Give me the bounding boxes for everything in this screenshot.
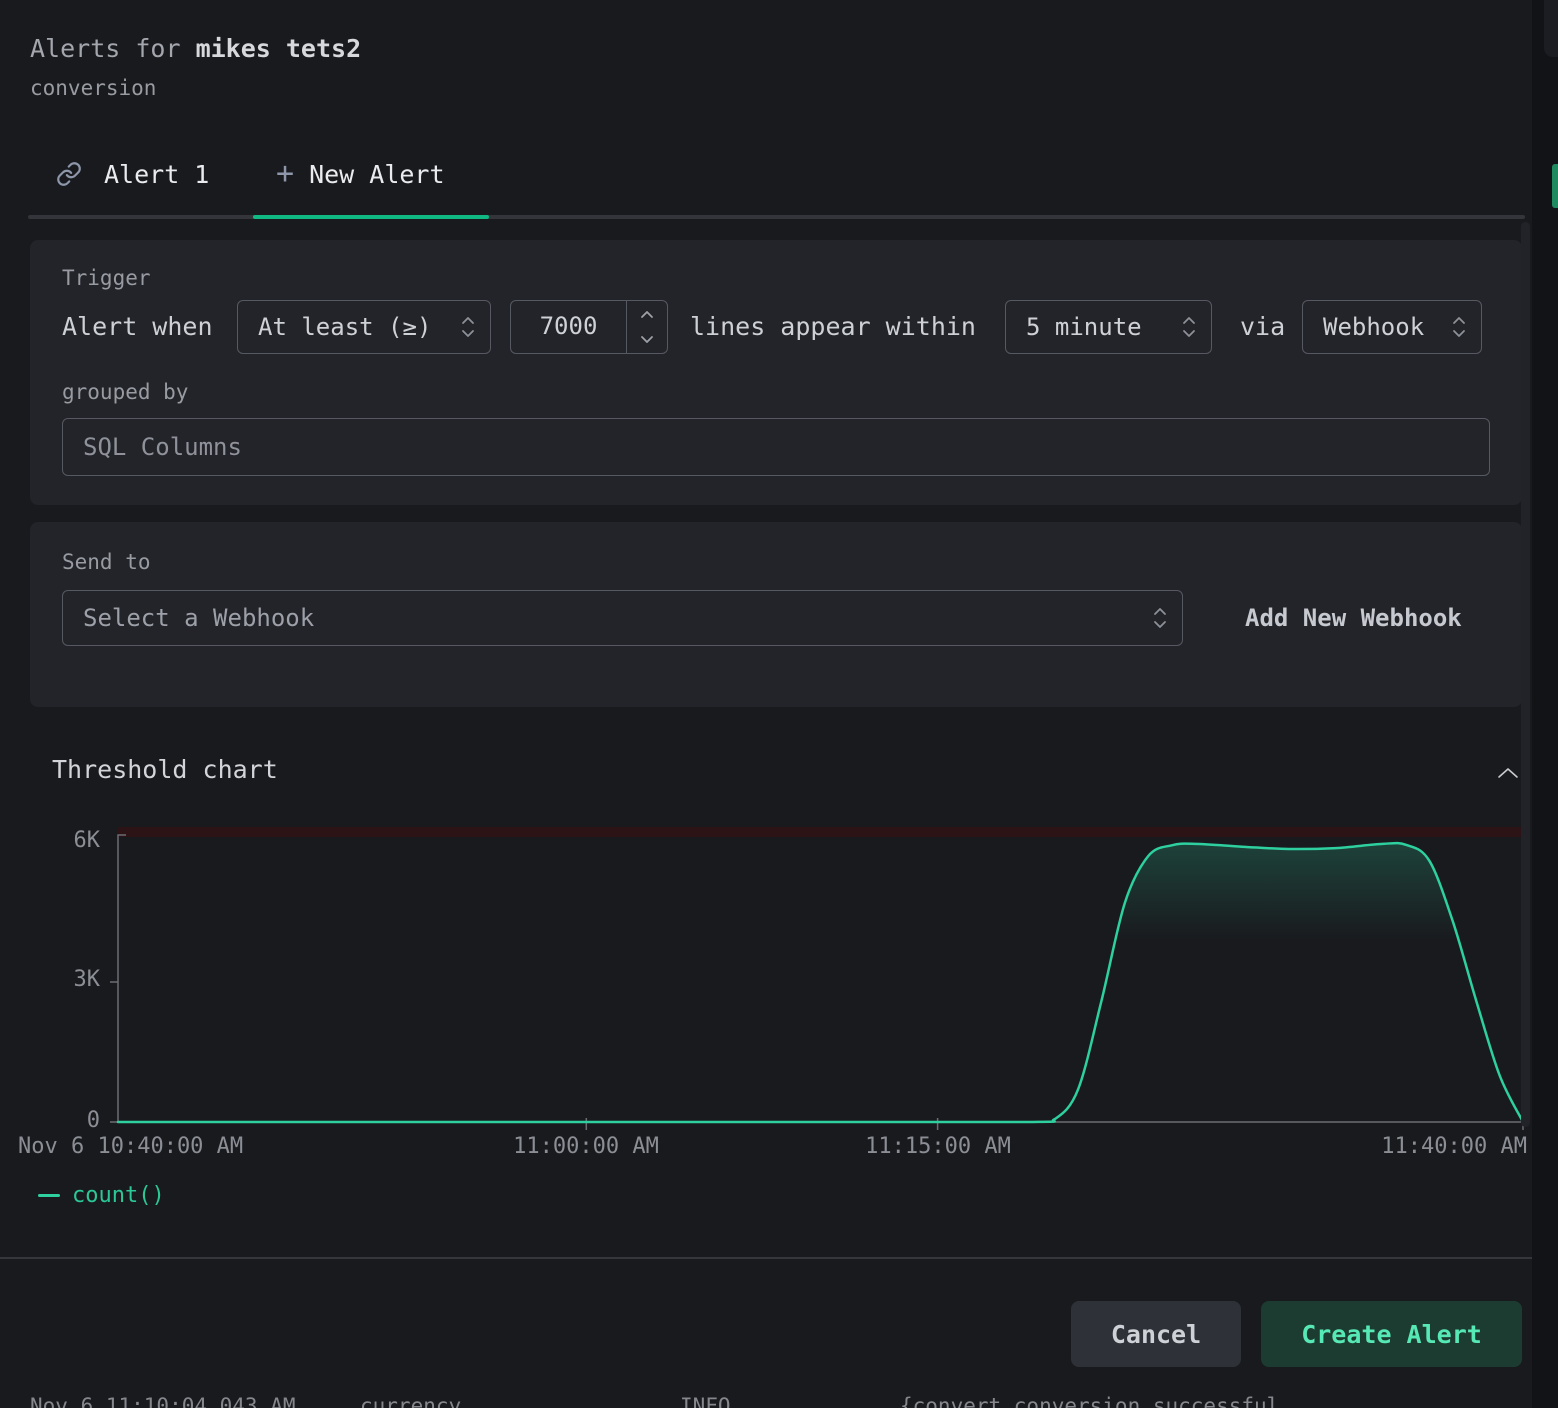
channel-value: Webhook xyxy=(1323,313,1424,341)
x-axis-tick-label: 11:00:00 AM xyxy=(513,1134,659,1159)
active-tab-indicator xyxy=(253,215,489,219)
log-timestamp: Nov 6 11:10:04.043 AM xyxy=(30,1394,296,1408)
add-new-webhook-button[interactable]: Add New Webhook xyxy=(1245,590,1462,646)
log-service: currency xyxy=(360,1394,461,1408)
scrollbar-thumb[interactable] xyxy=(1521,222,1530,1127)
plus-icon: + xyxy=(276,159,294,189)
comparison-select[interactable]: At least (≥) xyxy=(237,300,491,354)
chevron-updown-icon xyxy=(1451,314,1467,340)
series-area xyxy=(118,843,1523,1122)
chevron-up-icon xyxy=(1496,764,1520,780)
webhook-select-placeholder: Select a Webhook xyxy=(83,604,314,632)
tab-alert-1[interactable]: Alert 1 xyxy=(56,153,209,195)
threshold-band xyxy=(118,827,1523,837)
log-level: INFO xyxy=(680,1394,731,1408)
window-select[interactable]: 5 minute xyxy=(1005,300,1212,354)
chevron-updown-icon xyxy=(1181,314,1197,340)
background-page-strip xyxy=(1532,0,1558,1408)
send-to-label: Send to xyxy=(62,550,151,574)
create-alert-button[interactable]: Create Alert xyxy=(1261,1301,1522,1367)
channel-select[interactable]: Webhook xyxy=(1302,300,1482,354)
page-subtitle: conversion xyxy=(30,76,156,100)
background-green-fragment xyxy=(1552,164,1558,208)
tab-new-alert-label: New Alert xyxy=(309,160,444,189)
title-dataset: mikes tets2 xyxy=(196,34,362,63)
link-icon xyxy=(56,161,82,187)
stepper-up-button[interactable] xyxy=(627,301,667,327)
background-card-corner xyxy=(1544,0,1558,57)
send-to-section: Send to Select a Webhook Add New Webhook xyxy=(30,522,1522,707)
x-axis-tick-label: 11:15:00 AM xyxy=(865,1134,1011,1159)
background-log-row: Nov 6 11:10:04.043 AM currency INFO {con… xyxy=(0,1382,1558,1408)
tab-alert-1-label: Alert 1 xyxy=(104,160,209,189)
threshold-chart-svg xyxy=(0,820,1558,1160)
y-axis-tick-label: 3K xyxy=(40,968,100,992)
tab-new-alert[interactable]: + New Alert xyxy=(276,153,445,195)
threshold-input[interactable]: 7000 xyxy=(510,300,668,354)
chart-legend: count() xyxy=(38,1183,165,1208)
y-axis-tick-label: 6K xyxy=(40,829,100,853)
webhook-select[interactable]: Select a Webhook xyxy=(62,590,1183,646)
x-axis-tick-label: Nov 6 10:40:00 AM xyxy=(18,1134,243,1159)
chevron-updown-icon xyxy=(1152,605,1168,631)
legend-series-label: count() xyxy=(72,1183,165,1208)
alert-when-text: Alert when xyxy=(62,300,213,354)
footer-divider xyxy=(0,1257,1532,1259)
stepper-down-button[interactable] xyxy=(627,327,667,353)
trigger-section: Trigger Alert when At least (≥) 7000 lin… xyxy=(30,240,1522,505)
comparison-value: At least (≥) xyxy=(258,313,431,341)
window-value: 5 minute xyxy=(1026,313,1142,341)
log-message: {convert conversion successful xyxy=(900,1394,1279,1408)
chevron-down-icon xyxy=(640,335,654,345)
threshold-chart-title: Threshold chart xyxy=(52,755,278,784)
x-axis-tick-label: 11:40:00 AM xyxy=(1381,1134,1527,1159)
via-text: via xyxy=(1240,300,1285,354)
trigger-label: Trigger xyxy=(62,266,151,290)
grouped-by-input[interactable] xyxy=(62,418,1490,476)
chevron-up-icon xyxy=(640,309,654,319)
title-prefix: Alerts for xyxy=(30,34,196,63)
threshold-value: 7000 xyxy=(511,301,626,353)
grouped-by-label: grouped by xyxy=(62,380,188,404)
y-axis-tick-label: 0 xyxy=(40,1109,100,1133)
chevron-updown-icon xyxy=(460,314,476,340)
threshold-stepper xyxy=(626,301,667,353)
cancel-button[interactable]: Cancel xyxy=(1071,1301,1241,1367)
legend-dash xyxy=(38,1194,60,1197)
lines-appear-text: lines appear within xyxy=(690,300,976,354)
page-title: Alerts for mikes tets2 xyxy=(30,34,361,63)
